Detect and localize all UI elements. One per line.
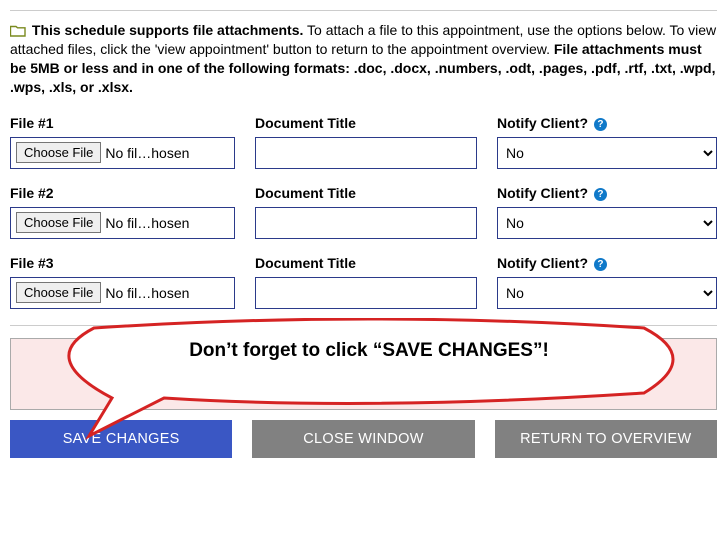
action-button-row: SAVE CHANGES CLOSE WINDOW RETURN TO OVER… [10,420,717,458]
doc-title-input-3[interactable] [255,277,477,309]
notify-label: Notify Client? ? [497,185,717,201]
file-status: No fil…hosen [105,285,189,301]
notify-label: Notify Client? ? [497,255,717,271]
file-label: File #3 [10,255,235,271]
choose-file-button[interactable]: Choose File [16,142,101,163]
file-status: No fil…hosen [105,215,189,231]
file-label: File #2 [10,185,235,201]
top-divider [10,10,717,11]
doc-title-label: Document Title [255,185,477,201]
help-icon[interactable]: ? [594,258,607,271]
file-input-1[interactable]: Choose File No fil…hosen [10,137,235,169]
save-changes-button[interactable]: SAVE CHANGES [10,420,232,458]
background-panel [10,338,717,410]
file-input-2[interactable]: Choose File No fil…hosen [10,207,235,239]
doc-title-input-2[interactable] [255,207,477,239]
help-icon[interactable]: ? [594,188,607,201]
intro-text: This schedule supports file attachments.… [10,21,717,97]
notify-select-1[interactable]: No [497,137,717,169]
notify-label: Notify Client? ? [497,115,717,131]
doc-title-label: Document Title [255,115,477,131]
notify-select-2[interactable]: No [497,207,717,239]
choose-file-button[interactable]: Choose File [16,282,101,303]
notify-select-3[interactable]: No [497,277,717,309]
file-input-3[interactable]: Choose File No fil…hosen [10,277,235,309]
return-to-overview-button[interactable]: RETURN TO OVERVIEW [495,420,717,458]
file-status: No fil…hosen [105,145,189,161]
help-icon[interactable]: ? [594,118,607,131]
file-row-2: File #2 Document Title Notify Client? ? … [10,185,717,239]
mid-divider [10,325,717,326]
file-row-1: File #1 Document Title Notify Client? ? … [10,115,717,169]
doc-title-label: Document Title [255,255,477,271]
choose-file-button[interactable]: Choose File [16,212,101,233]
folder-icon [10,22,32,38]
file-row-3: File #3 Document Title Notify Client? ? … [10,255,717,309]
doc-title-input-1[interactable] [255,137,477,169]
close-window-button[interactable]: CLOSE WINDOW [252,420,474,458]
file-label: File #1 [10,115,235,131]
intro-lead: This schedule supports file attachments. [32,22,304,38]
